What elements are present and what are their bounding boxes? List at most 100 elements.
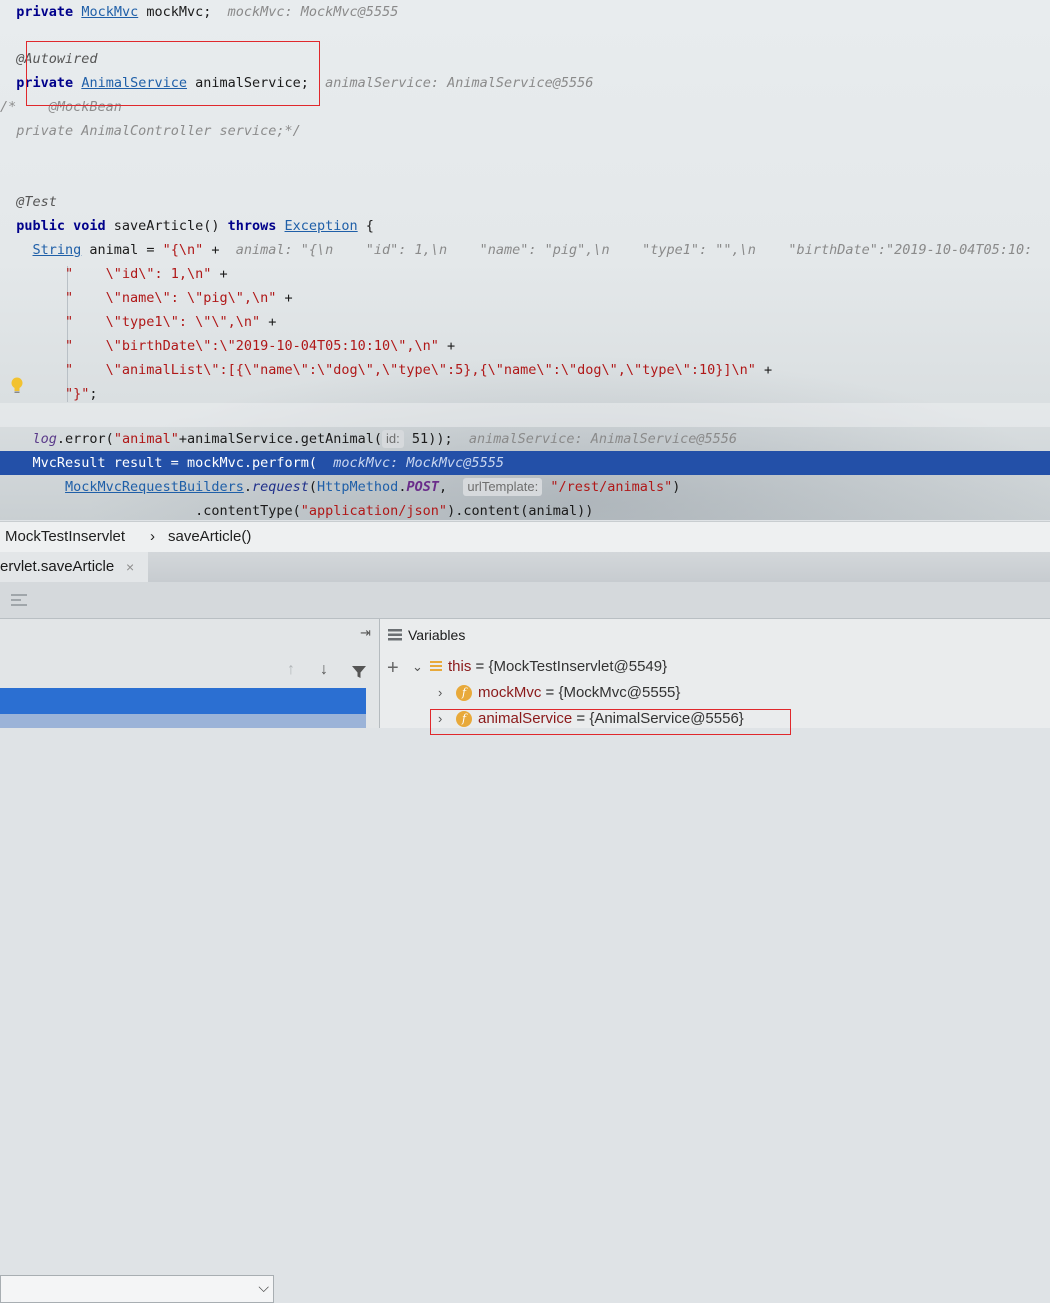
string-literal: \": 1,\n"	[138, 266, 212, 282]
code-text: +	[203, 242, 228, 258]
code-text: MvcResult result = mockMvc.perform(	[32, 455, 317, 471]
code-line-mockmvc-field[interactable]: private MockMvc mockMvc; mockMvc: MockMv…	[0, 0, 1050, 24]
add-watch-icon[interactable]: +	[387, 657, 399, 680]
frame-row[interactable]	[0, 714, 366, 728]
code-line-json-birthdate[interactable]: " \"birthDate\":\"2019-10-04T05:10:10\",…	[0, 334, 1050, 358]
variable-name: this	[448, 658, 472, 675]
code-text: )	[672, 479, 681, 495]
type-link-exception[interactable]: Exception	[285, 218, 358, 234]
method-name: saveArticle()	[105, 218, 228, 234]
code-text: +	[260, 314, 277, 330]
code-text: +	[755, 362, 773, 378]
code-text: {	[357, 218, 374, 234]
highlight-box-autowired	[26, 41, 320, 106]
tab-label: ervlet.saveArticle	[0, 558, 115, 575]
code-text: ).content(animal))	[447, 503, 594, 519]
variable-name: mockMvc	[478, 684, 542, 701]
code-keyword: throws	[227, 218, 277, 234]
thread-selector[interactable]: ⌵	[0, 1275, 274, 1303]
string-literal: " \"type1\": \"\",\n"	[65, 314, 261, 330]
selected-frame-row[interactable]	[0, 688, 366, 714]
arrow-down-icon[interactable]: ↓	[320, 661, 328, 679]
pin-icon[interactable]: ⇥	[360, 625, 371, 641]
string-literal: "application/json"	[300, 503, 448, 519]
code-line-string-decl[interactable]: String animal = "{\n" + animal: "{\n "id…	[0, 238, 1050, 262]
string-literal: " \"animalList\":[{\"name\":\"dog\",\"ty…	[65, 362, 756, 378]
close-icon[interactable]: ×	[126, 552, 134, 582]
annotation: @Test	[16, 194, 57, 210]
code-line-request-builder[interactable]: MockMvcRequestBuilders.request(HttpMetho…	[0, 475, 1050, 499]
debug-inline-value: mockMvc: MockMvc@5555	[333, 455, 504, 471]
string-literal: id	[121, 266, 139, 282]
expand-icon[interactable]: ›	[438, 680, 456, 706]
enum-field: POST	[406, 479, 439, 495]
layout-settings-icon[interactable]	[10, 592, 28, 608]
comment: private AnimalController service;*/	[16, 123, 301, 139]
method-call: request	[251, 479, 309, 495]
code-text: +	[438, 338, 456, 354]
code-keyword: private	[16, 4, 74, 20]
code-text: mockMvc;	[138, 4, 212, 20]
code-text: ));	[428, 431, 453, 447]
type-link-mockmvc[interactable]: MockMvc	[81, 4, 138, 20]
variable-value: {MockMvc@5555}	[558, 684, 681, 701]
code-line-content-type[interactable]: .contentType("application/json").content…	[0, 499, 1050, 520]
variable-row-mockmvc[interactable]: › f mockMvc = {MockMvc@5555}	[438, 680, 680, 706]
code-line-json-id[interactable]: " \"id\": 1,\n" +	[0, 262, 1050, 286]
debug-session-tab[interactable]: ervlet.saveArticle ×	[0, 552, 148, 582]
object-icon	[430, 661, 442, 674]
string-literal: " \"	[65, 266, 122, 282]
code-editor[interactable]: private MockMvc mockMvc; mockMvc: MockMv…	[0, 0, 1050, 520]
variables-title: Variables	[408, 627, 466, 643]
code-line-method-signature[interactable]: public void saveArticle() throws Excepti…	[0, 214, 1050, 238]
code-line-json-close[interactable]: "}";	[0, 382, 1050, 406]
debug-session-tabbar: ervlet.saveArticle ×	[0, 552, 1050, 582]
debug-inline-value: animalService: AnimalService@5556	[325, 75, 594, 91]
type-link-string[interactable]: String	[33, 242, 82, 258]
number-literal: 51	[411, 431, 429, 447]
log-field: log	[32, 431, 57, 447]
code-line-log-error[interactable]: log.error("animal"+animalService.getAnim…	[0, 427, 1050, 451]
code-line-json-animallist[interactable]: " \"animalList\":[{\"name\":\"dog\",\"ty…	[0, 358, 1050, 382]
debug-toolbar	[0, 582, 1050, 619]
variable-value: {MockTestInservlet@5549}	[488, 658, 668, 675]
caret-line-highlight	[0, 403, 1050, 427]
class-ref: HttpMethod	[317, 479, 399, 495]
breadcrumb-separator: ›	[150, 528, 155, 545]
code-text: +	[211, 266, 228, 282]
breadcrumb-class[interactable]: MockTestInservlet	[5, 528, 125, 545]
code-text: (	[308, 479, 318, 495]
breadcrumb-method[interactable]: saveArticle()	[168, 528, 251, 545]
filter-icon[interactable]	[351, 664, 367, 680]
code-line-test-annotation[interactable]: @Test	[0, 190, 1050, 214]
code-text: +	[276, 290, 293, 306]
string-literal: "}"	[65, 386, 90, 402]
highlight-box-animalservice-var	[430, 709, 791, 735]
code-keyword: public void	[16, 218, 106, 234]
code-text: animal =	[81, 242, 163, 258]
code-text: .	[243, 479, 252, 495]
breadcrumb: MockTestInservlet › saveArticle()	[0, 521, 1050, 553]
string-literal: "/rest/animals"	[550, 479, 673, 495]
parameter-hint: id:	[382, 430, 404, 448]
code-text: ;	[89, 386, 98, 402]
string-literal: " \"birthDate\":\"2019-10-04T05:10:10\",…	[65, 338, 439, 354]
code-line-comment-end[interactable]: private AnimalController service;*/	[0, 119, 1050, 143]
type-link-mockmvcrequestbuilders[interactable]: MockMvcRequestBuilders	[65, 479, 244, 495]
code-line-json-type1[interactable]: " \"type1\": \"\",\n" +	[0, 310, 1050, 334]
code-text: ,	[438, 479, 456, 495]
code-text: .contentType(	[195, 503, 301, 519]
lightbulb-icon[interactable]	[10, 377, 24, 395]
debug-inline-value: mockMvc: MockMvc@5555	[227, 4, 399, 20]
parameter-hint: urlTemplate:	[463, 478, 543, 496]
code-text: +animalService.getAnimal(	[178, 431, 383, 447]
arrow-up-icon[interactable]: ↑	[287, 661, 295, 679]
collapse-icon[interactable]: ⌄	[412, 654, 430, 680]
chevron-down-icon: ⌵	[258, 1279, 269, 1295]
string-literal: "animal"	[113, 431, 179, 447]
variable-row-this[interactable]: ⌄ this = {MockTestInservlet@5549}	[412, 654, 667, 680]
field-icon: f	[456, 685, 472, 702]
code-line-execution-point[interactable]: MvcResult result = mockMvc.perform( mock…	[0, 451, 1050, 475]
variables-icon	[388, 629, 402, 641]
code-line-json-name[interactable]: " \"name\": \"pig\",\n" +	[0, 286, 1050, 310]
